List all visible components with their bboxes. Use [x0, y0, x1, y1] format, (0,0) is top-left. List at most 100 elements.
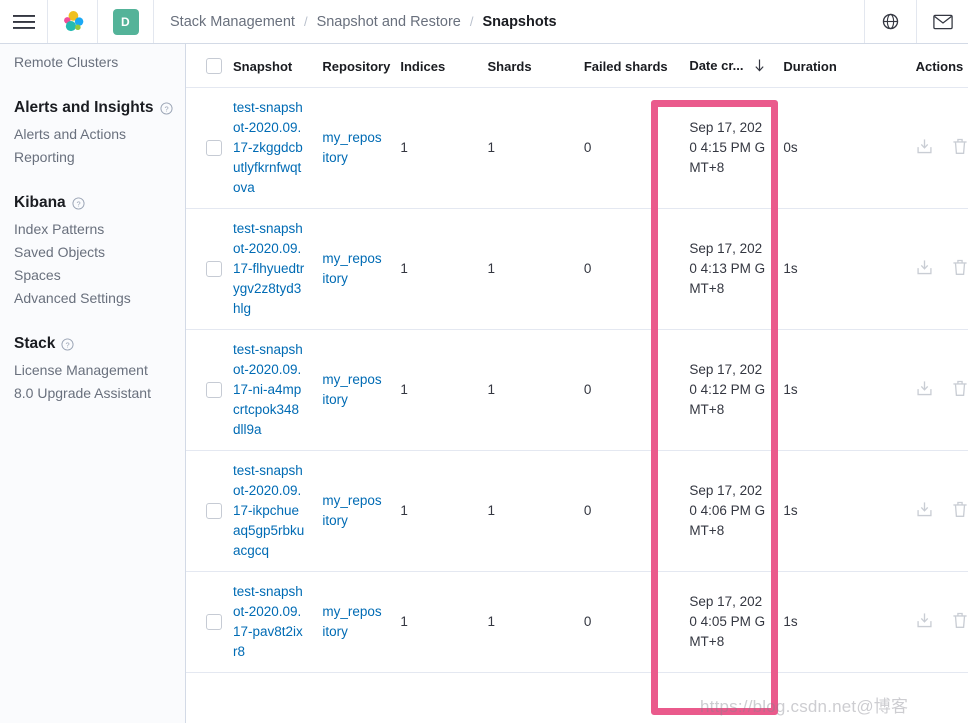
- sidebar-item-license-management[interactable]: License Management: [14, 359, 185, 381]
- row-select-cell: [186, 450, 225, 572]
- delete-snapshot-icon[interactable]: [952, 259, 968, 279]
- table-row[interactable]: test-snapshot-2020.09.17-flhyuedtrygv2z8…: [186, 208, 968, 330]
- sort-descending-icon: [754, 59, 765, 75]
- column-header-duration[interactable]: Duration: [775, 44, 856, 88]
- cell-actions: [855, 87, 968, 209]
- snapshot-link[interactable]: test-snapshot-2020.09.17-ni-a4mpcrtcpok3…: [233, 340, 306, 440]
- select-all-header: [186, 44, 225, 88]
- svg-text:?: ?: [76, 199, 80, 208]
- table-body: test-snapshot-2020.09.17-zkggdcbutlyfkrn…: [186, 87, 968, 673]
- repository-link[interactable]: my_repository: [322, 370, 384, 410]
- breadcrumb-item-snapshot-and-restore[interactable]: Snapshot and Restore: [317, 14, 461, 30]
- cell-repository: my_repository: [314, 571, 393, 673]
- table-row[interactable]: test-snapshot-2020.09.17-ni-a4mpcrtcpok3…: [186, 329, 968, 451]
- repository-link[interactable]: my_repository: [322, 249, 384, 289]
- table-row[interactable]: test-snapshot-2020.09.17-zkggdcbutlyfkrn…: [186, 87, 968, 209]
- cell-shards: 1: [479, 208, 576, 330]
- row-select-cell: [186, 329, 225, 451]
- row-checkbox[interactable]: [206, 139, 222, 156]
- cell-indices: 1: [392, 571, 480, 673]
- delete-snapshot-icon[interactable]: [952, 380, 968, 400]
- row-checkbox[interactable]: [206, 502, 222, 519]
- row-checkbox[interactable]: [206, 613, 222, 630]
- table-header: Snapshot Repository Indices Shards Faile…: [186, 44, 968, 88]
- help-circle-icon[interactable]: ?: [61, 337, 74, 351]
- cell-shards: 1: [479, 571, 576, 673]
- sidebar-item-reporting[interactable]: Reporting: [14, 146, 185, 168]
- cell-actions: [855, 450, 968, 572]
- cell-repository: my_repository: [314, 208, 393, 330]
- cell-snapshot: test-snapshot-2020.09.17-ikpchueaq5gp5rb…: [224, 450, 315, 572]
- top-header-bar: D Stack Management / Snapshot and Restor…: [0, 0, 968, 44]
- column-header-repository[interactable]: Repository: [314, 44, 393, 88]
- sidebar-item-spaces[interactable]: Spaces: [14, 264, 185, 286]
- column-header-indices[interactable]: Indices: [392, 44, 480, 88]
- column-header-shards[interactable]: Shards: [479, 44, 576, 88]
- cell-repository: my_repository: [314, 450, 393, 572]
- snapshot-link[interactable]: test-snapshot-2020.09.17-flhyuedtrygv2z8…: [233, 219, 306, 319]
- sidebar-item-alerts-and-actions[interactable]: Alerts and Actions: [14, 123, 185, 145]
- snapshot-link[interactable]: test-snapshot-2020.09.17-ikpchueaq5gp5rb…: [233, 461, 306, 561]
- cell-date-created: Sep 17, 2020 4:15 PM GMT+8: [681, 87, 776, 209]
- cell-indices: 1: [392, 208, 480, 330]
- restore-snapshot-icon[interactable]: [916, 380, 933, 400]
- kibana-snapshot-restore-page: D Stack Management / Snapshot and Restor…: [0, 0, 968, 723]
- repository-link[interactable]: my_repository: [322, 491, 384, 531]
- snapshot-link[interactable]: test-snapshot-2020.09.17-zkggdcbutlyfkrn…: [233, 98, 306, 198]
- cell-snapshot: test-snapshot-2020.09.17-flhyuedtrygv2z8…: [224, 208, 315, 330]
- cell-snapshot: test-snapshot-2020.09.17-ni-a4mpcrtcpok3…: [224, 329, 315, 451]
- help-circle-icon[interactable]: ?: [72, 196, 85, 210]
- column-header-date-created-label: Date cr...: [689, 58, 744, 73]
- cell-actions: [855, 329, 968, 451]
- snapshot-link[interactable]: test-snapshot-2020.09.17-pav8t2ixr8: [233, 582, 306, 662]
- svg-text:?: ?: [66, 340, 70, 349]
- repository-link[interactable]: my_repository: [322, 128, 384, 168]
- breadcrumb-item-stack-management[interactable]: Stack Management: [170, 14, 295, 30]
- table-row[interactable]: test-snapshot-2020.09.17-pav8t2ixr8 my_r…: [186, 571, 968, 673]
- table-header-row: Snapshot Repository Indices Shards Faile…: [186, 44, 968, 88]
- cell-indices: 1: [392, 87, 480, 209]
- mail-icon[interactable]: [916, 0, 968, 43]
- cell-repository: my_repository: [314, 87, 393, 209]
- sidebar-nav: Remote Clusters Alerts and Insights ? Al…: [0, 44, 186, 723]
- cell-failed-shards: 0: [575, 208, 682, 330]
- breadcrumb-separator: /: [303, 14, 308, 29]
- elastic-logo-icon[interactable]: [48, 0, 98, 43]
- delete-snapshot-icon[interactable]: [952, 612, 968, 632]
- cell-failed-shards: 0: [575, 87, 682, 209]
- sidebar-group-title: Stack: [14, 335, 56, 352]
- space-avatar[interactable]: D: [98, 0, 154, 43]
- sidebar-item-index-patterns[interactable]: Index Patterns: [14, 218, 185, 240]
- sidebar-group-title: Kibana: [14, 194, 66, 211]
- restore-snapshot-icon[interactable]: [916, 259, 933, 279]
- space-avatar-letter: D: [112, 8, 139, 35]
- row-checkbox[interactable]: [206, 260, 222, 277]
- sidebar-item-remote-clusters[interactable]: Remote Clusters: [14, 51, 185, 73]
- column-header-failed-shards[interactable]: Failed shards: [575, 44, 682, 88]
- repository-link[interactable]: my_repository: [322, 602, 384, 642]
- cell-failed-shards: 0: [575, 329, 682, 451]
- help-circle-icon[interactable]: ?: [159, 101, 173, 115]
- hamburger-menu-icon[interactable]: [0, 0, 48, 43]
- cell-date-created: Sep 17, 2020 4:06 PM GMT+8: [681, 450, 776, 572]
- delete-snapshot-icon[interactable]: [952, 501, 968, 521]
- sidebar-item-upgrade-assistant[interactable]: 8.0 Upgrade Assistant: [14, 382, 185, 404]
- sidebar-item-advanced-settings[interactable]: Advanced Settings: [14, 287, 185, 309]
- column-header-date-created[interactable]: Date cr...: [681, 44, 776, 88]
- column-header-snapshot[interactable]: Snapshot: [224, 44, 315, 88]
- svg-text:?: ?: [164, 104, 168, 113]
- select-all-checkbox[interactable]: [206, 58, 222, 75]
- cell-duration: 1s: [775, 450, 856, 572]
- restore-snapshot-icon[interactable]: [916, 138, 933, 158]
- sidebar-item-saved-objects[interactable]: Saved Objects: [14, 241, 185, 263]
- row-checkbox[interactable]: [206, 381, 222, 398]
- header-actions: [864, 0, 968, 43]
- delete-snapshot-icon[interactable]: [952, 138, 968, 158]
- table-row[interactable]: test-snapshot-2020.09.17-ikpchueaq5gp5rb…: [186, 450, 968, 572]
- help-globe-icon[interactable]: [864, 0, 916, 43]
- cell-shards: 1: [479, 87, 576, 209]
- sidebar-group-alerts-and-insights: Alerts and Insights ?: [14, 99, 185, 117]
- restore-snapshot-icon[interactable]: [916, 501, 933, 521]
- breadcrumb-item-snapshots: Snapshots: [482, 13, 557, 30]
- restore-snapshot-icon[interactable]: [916, 612, 933, 632]
